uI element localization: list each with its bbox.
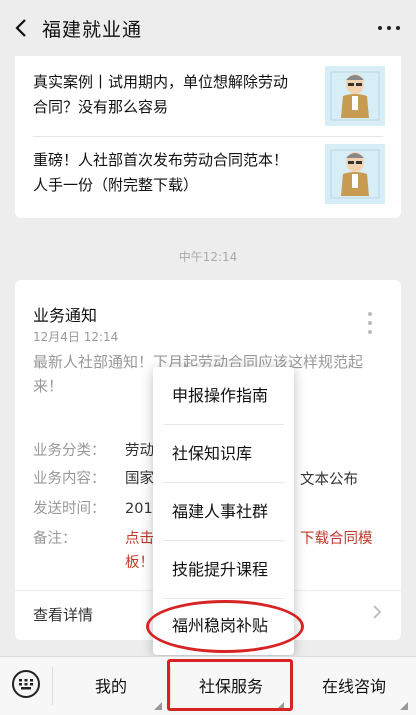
tab-mine[interactable]: 我的 (52, 657, 170, 715)
keyboard-icon[interactable] (12, 670, 40, 698)
field-value: 国家 (125, 471, 154, 487)
field-key: 业务内容： (33, 471, 106, 487)
field-value: 点击 (125, 531, 154, 547)
remark-tail: 下载合同模 (300, 531, 373, 547)
menu-item-knowledge-base[interactable]: 社保知识库 (153, 425, 294, 483)
back-arrow-icon[interactable] (10, 16, 34, 40)
field-value: 劳动 (125, 443, 154, 459)
article-title-line: 合同？没有那么容易 (33, 98, 169, 116)
menu-item-declaration-guide[interactable]: 申报操作指南 (153, 367, 294, 425)
article-list-card: 真实案例丨试用期内，单位想解除劳动 合同？没有那么容易 重磅！人社部首次发布劳动… (15, 56, 401, 218)
divider (33, 136, 383, 137)
field-value: 201 (125, 501, 153, 517)
view-details-link[interactable]: 查看详情 (33, 604, 93, 625)
tab-online-consult[interactable]: 在线咨询 (292, 657, 416, 715)
message-timestamp: 中午12:14 (178, 250, 238, 264)
submenu-indicator-icon (400, 702, 408, 710)
article-title-line: 真实案例丨试用期内，单位想解除劳动 (33, 73, 289, 91)
article-thumbnail[interactable] (325, 144, 385, 204)
field-key: 发送时间： (33, 501, 106, 517)
article-thumbnail[interactable] (325, 66, 385, 126)
vertical-more-icon[interactable] (367, 312, 373, 336)
highlight-rectangle (167, 659, 293, 711)
submenu-indicator-icon (154, 702, 162, 710)
more-options-icon[interactable] (376, 16, 402, 40)
content-tail: 文本公布 (300, 472, 358, 488)
field-key: 备注： (33, 531, 77, 547)
menu-item-hr-community[interactable]: 福建人事社群 (153, 483, 294, 541)
page-title: 福建就业通 (42, 19, 143, 41)
field-key: 业务分类： (33, 443, 106, 459)
article-title-line: 重磅！人社部首次发布劳动合同范本！ (33, 151, 289, 169)
notice-date: 12月4日 12:14 (33, 330, 119, 344)
tab-label: 在线咨询 (321, 677, 386, 696)
notice-title: 业务通知 (33, 306, 98, 325)
highlight-oval (146, 600, 304, 653)
tab-label: 我的 (94, 677, 127, 696)
field-row: 备注： 点击 (33, 526, 154, 552)
menu-item-skill-courses[interactable]: 技能提升课程 (153, 541, 294, 599)
top-bar: 福建就业通 (0, 0, 416, 56)
remark-line: 板！ (125, 555, 154, 571)
chevron-right-icon (371, 604, 383, 620)
field-row: 业务内容： 国家 (33, 466, 154, 492)
article-item[interactable]: 重磅！人社部首次发布劳动合同范本！ 人手一份（附完整下载） (33, 148, 313, 198)
article-title-line: 人手一份（附完整下载） (33, 176, 199, 194)
article-item[interactable]: 真实案例丨试用期内，单位想解除劳动 合同？没有那么容易 (33, 70, 313, 120)
field-row: 发送时间： 201 (33, 496, 153, 522)
field-row: 业务分类： 劳动 (33, 438, 154, 464)
